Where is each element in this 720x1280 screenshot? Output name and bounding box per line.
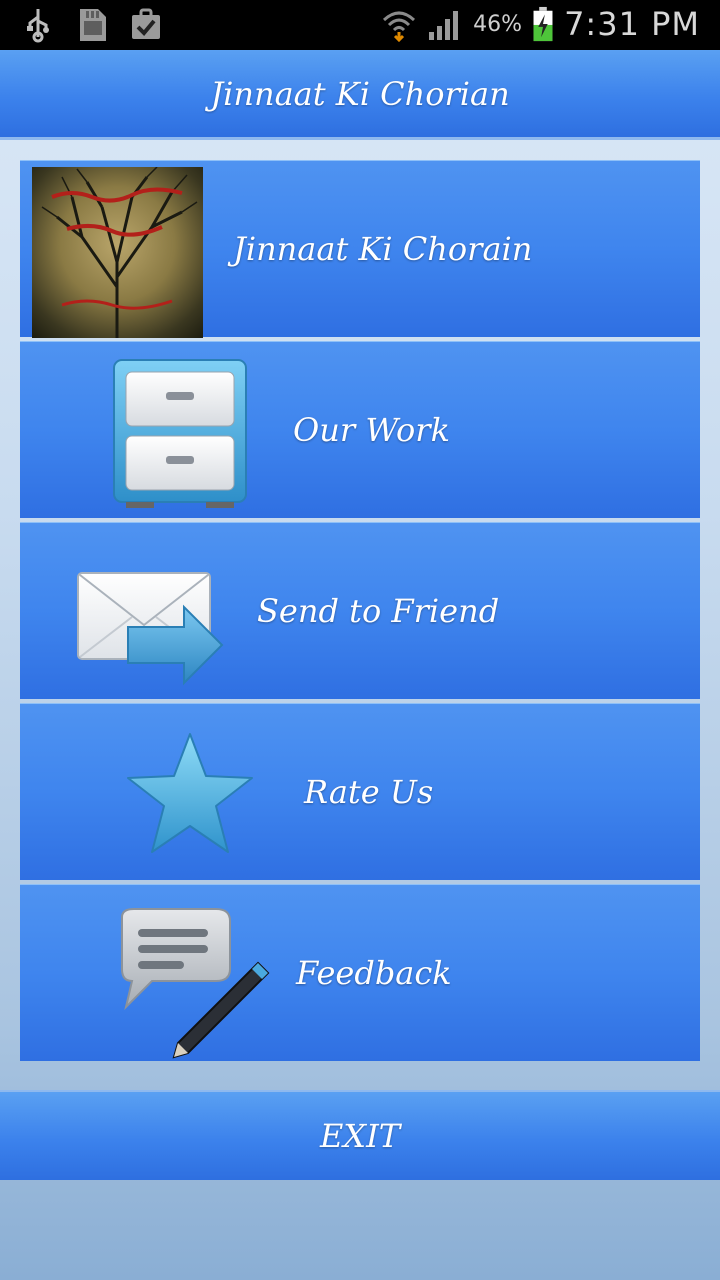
battery-percent: 46%	[473, 11, 523, 37]
menu-item-our-work[interactable]: Our Work	[20, 341, 700, 518]
menu-item-label: Jinnaat Ki Chorain	[233, 230, 533, 268]
status-bar-system: 46% 7:31 PM	[381, 4, 700, 44]
signal-icon	[429, 11, 459, 40]
main-menu: Jinnaat Ki Chorain Our Work Send to Frie…	[20, 160, 700, 1065]
app-title: Jinnaat Ki Chorian	[210, 74, 510, 113]
menu-item-feedback[interactable]: Feedback	[20, 884, 700, 1061]
mail-forward-icon	[76, 569, 226, 697]
task-done-icon	[132, 8, 160, 39]
sd-card-icon	[80, 9, 106, 41]
clock: 7:31 PM	[564, 5, 700, 43]
status-bar-notifications	[22, 6, 162, 44]
menu-item-label: Our Work	[293, 411, 450, 449]
usb-icon	[27, 9, 49, 43]
status-bar: 46% 7:31 PM	[0, 0, 720, 50]
file-cabinet-icon	[112, 358, 248, 514]
menu-item-label: Send to Friend	[257, 592, 500, 630]
menu-item-label: Rate Us	[304, 773, 434, 811]
menu-item-label: Feedback	[296, 954, 452, 992]
app-title-bar: Jinnaat Ki Chorian	[0, 50, 720, 140]
book-cover-thumbnail	[32, 167, 203, 338]
exit-button[interactable]: EXIT	[0, 1090, 720, 1180]
menu-item-send-to-friend[interactable]: Send to Friend	[20, 522, 700, 699]
tree-artwork	[41, 167, 198, 338]
feedback-chat-pen-icon	[112, 907, 272, 1063]
battery-charging-icon	[533, 6, 553, 42]
exit-label: EXIT	[319, 1117, 401, 1155]
wifi-icon	[383, 11, 416, 42]
menu-item-rate-us[interactable]: Rate Us	[20, 703, 700, 880]
menu-item-jinnaat-ki-chorain[interactable]: Jinnaat Ki Chorain	[20, 160, 700, 338]
star-icon	[124, 730, 256, 862]
